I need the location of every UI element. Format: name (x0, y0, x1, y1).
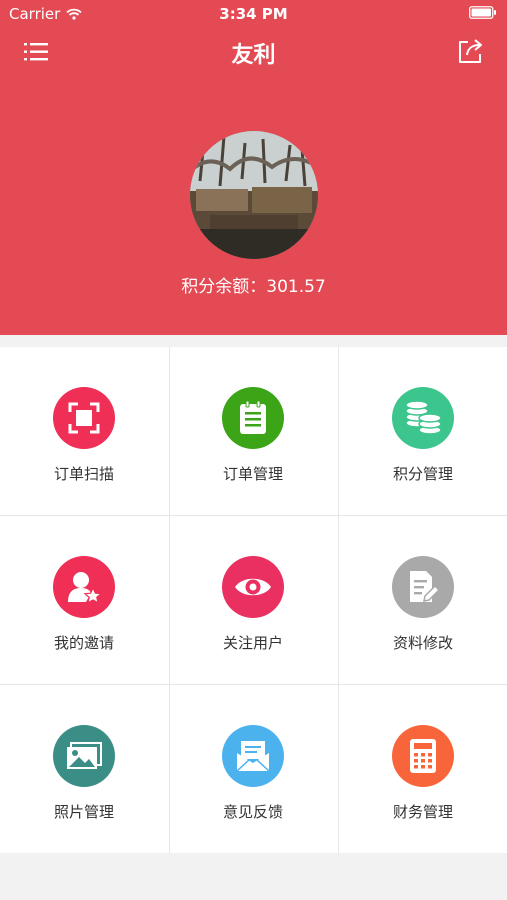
menu-label: 关注用户 (222, 634, 283, 652)
calculator-icon (392, 725, 454, 787)
edit-profile-item[interactable]: 资料修改 (339, 516, 507, 684)
coins-icon (392, 387, 454, 449)
order-scan-item[interactable]: 订单扫描 (0, 347, 168, 515)
share-icon (459, 39, 482, 63)
edit-document-icon (392, 556, 454, 618)
finance-management-item[interactable]: 财务管理 (339, 685, 507, 853)
menu-label: 积分管理 (392, 465, 453, 483)
avatar-photo-icon (190, 131, 318, 259)
status-time: 3:34 PM (219, 5, 288, 23)
avatar[interactable] (190, 131, 318, 259)
menu-label: 订单扫描 (53, 465, 114, 483)
profile-header: Carrier 3:34 PM 友利 积分余额：301.57 (0, 0, 507, 335)
clipboard-icon (222, 387, 284, 449)
share-button[interactable] (455, 36, 485, 66)
user-star-icon (53, 556, 115, 618)
photo-icon (53, 725, 115, 787)
page-title: 友利 (231, 43, 276, 68)
scan-icon (53, 387, 115, 449)
menu-label: 财务管理 (392, 803, 453, 821)
points-balance: 积分余额：301.57 (181, 277, 326, 297)
menu-label: 照片管理 (53, 803, 114, 821)
mail-icon (222, 725, 284, 787)
order-management-item[interactable]: 订单管理 (169, 347, 337, 515)
menu-label: 意见反馈 (222, 803, 283, 821)
battery-icon (469, 6, 496, 19)
points-management-item[interactable]: 积分管理 (339, 347, 507, 515)
status-bar: Carrier 3:34 PM (0, 0, 507, 28)
follow-users-item[interactable]: 关注用户 (169, 516, 337, 684)
feature-grid: 订单扫描 订单管理 积分管理 我的邀请 关注用户 资料修改 照片管理 意见反馈 … (0, 347, 507, 853)
eye-icon (222, 556, 284, 618)
photo-management-item[interactable]: 照片管理 (0, 685, 168, 853)
menu-label: 订单管理 (222, 465, 283, 483)
feedback-item[interactable]: 意见反馈 (169, 685, 337, 853)
menu-label: 资料修改 (392, 634, 453, 652)
navigation-bar: 友利 (0, 28, 507, 76)
my-invitation-item[interactable]: 我的邀请 (0, 516, 168, 684)
menu-label: 我的邀请 (53, 634, 114, 652)
